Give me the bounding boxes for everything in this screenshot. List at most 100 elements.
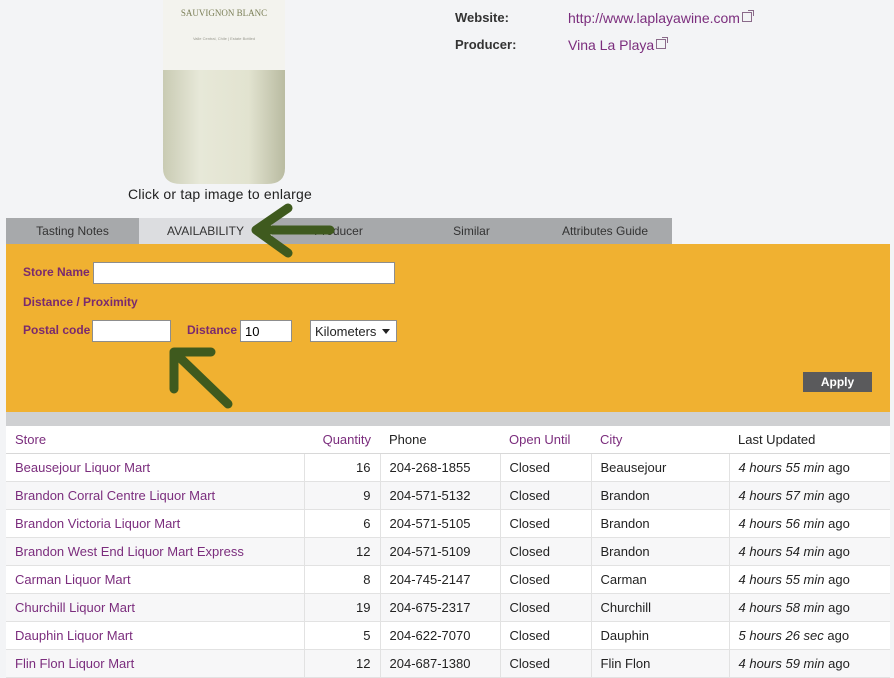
image-caption: Click or tap image to enlarge xyxy=(128,186,312,202)
tab-tasting-notes[interactable]: Tasting Notes xyxy=(6,218,139,244)
store-link[interactable]: Brandon West End Liquor Mart Express xyxy=(15,544,244,559)
column-header-quantity[interactable]: Quantity xyxy=(304,426,380,454)
store-link[interactable]: Churchill Liquor Mart xyxy=(15,600,135,615)
table-row: Dauphin Liquor Mart 5 204-622-7070 Closed Da… xyxy=(6,621,890,650)
cell-quantity: 6 xyxy=(304,509,381,538)
cell-store[interactable]: Churchill Liquor Mart xyxy=(6,593,305,622)
availability-filter-panel: Store Name Distance / Proximity Postal c… xyxy=(6,244,890,412)
distance-unit-select[interactable]: Kilometers xyxy=(310,320,397,342)
column-header-phone: Phone xyxy=(380,426,500,454)
table-header-row: Store Quantity Phone Open Until City Las… xyxy=(6,426,890,454)
last-updated-time: 4 hours 57 min xyxy=(738,488,825,503)
last-updated-time: 4 hours 56 min xyxy=(738,516,825,531)
store-link[interactable]: Brandon Corral Centre Liquor Mart xyxy=(15,488,215,503)
store-name-input[interactable] xyxy=(93,262,395,284)
external-link-icon xyxy=(656,37,669,49)
cell-store[interactable]: Carman Liquor Mart xyxy=(6,565,305,594)
table-row: Brandon Victoria Liquor Mart 6 204-571-510… xyxy=(6,509,890,538)
tab-similar[interactable]: Similar xyxy=(405,218,538,244)
website-link-text: http://www.laplayawine.com xyxy=(568,10,740,26)
producer-link[interactable]: Vina La Playa xyxy=(568,37,669,53)
cell-open-until: Closed xyxy=(500,453,592,482)
last-updated-time: 4 hours 55 min xyxy=(738,460,825,475)
cell-quantity: 12 xyxy=(304,537,381,566)
cell-phone: 204-687-1380 xyxy=(380,649,501,678)
chevron-down-icon xyxy=(382,328,390,334)
producer-link-text: Vina La Playa xyxy=(568,37,655,53)
table-row: Beausejour Liquor Mart 16 204-268-1855 Clos… xyxy=(6,453,890,482)
cell-store[interactable]: Brandon Victoria Liquor Mart xyxy=(6,509,305,538)
cell-quantity: 9 xyxy=(304,481,381,510)
cell-last-updated: 4 hours 54 min ago xyxy=(729,537,890,566)
cell-last-updated: 5 hours 26 sec ago xyxy=(729,621,890,650)
website-label: Website: xyxy=(455,10,509,25)
apply-button[interactable]: Apply xyxy=(803,372,872,392)
last-updated-suffix: ago xyxy=(828,488,850,503)
last-updated-suffix: ago xyxy=(828,460,850,475)
table-row: Flin Flon Liquor Mart 12 204-687-1380 Close… xyxy=(6,649,890,678)
cell-open-until: Closed xyxy=(500,481,592,510)
postal-code-input[interactable] xyxy=(92,320,171,342)
table-row: Brandon West End Liquor Mart Express 12 20… xyxy=(6,537,890,566)
cell-city: Dauphin xyxy=(591,621,730,650)
cell-last-updated: 4 hours 55 min ago xyxy=(729,453,890,482)
cell-quantity: 16 xyxy=(304,453,381,482)
cell-store[interactable]: Flin Flon Liquor Mart xyxy=(6,649,305,678)
cell-store[interactable]: Brandon Corral Centre Liquor Mart xyxy=(6,481,305,510)
cell-open-until: Closed xyxy=(500,649,592,678)
panel-divider xyxy=(6,412,890,426)
annotation-arrow-right xyxy=(251,203,335,258)
cell-store[interactable]: Dauphin Liquor Mart xyxy=(6,621,305,650)
annotation-arrow-left xyxy=(169,347,233,409)
cell-phone: 204-571-5132 xyxy=(380,481,501,510)
cell-phone: 204-571-5109 xyxy=(380,537,501,566)
column-header-store[interactable]: Store xyxy=(6,426,304,454)
store-link[interactable]: Beausejour Liquor Mart xyxy=(15,460,150,475)
last-updated-suffix: ago xyxy=(828,656,850,671)
cell-store[interactable]: Brandon West End Liquor Mart Express xyxy=(6,537,305,566)
product-bottle-image[interactable]: SAUVIGNON BLANC Valle Central, Chile | E… xyxy=(163,0,285,184)
cell-city: Brandon xyxy=(591,481,730,510)
distance-input[interactable] xyxy=(240,320,292,342)
tab-attributes-guide[interactable]: Attributes Guide xyxy=(538,218,672,244)
last-updated-time: 4 hours 54 min xyxy=(738,544,825,559)
website-link[interactable]: http://www.laplayawine.com xyxy=(568,10,754,26)
cell-quantity: 5 xyxy=(304,621,381,650)
store-link[interactable]: Flin Flon Liquor Mart xyxy=(15,656,134,671)
cell-city: Carman xyxy=(591,565,730,594)
cell-open-until: Closed xyxy=(500,509,592,538)
cell-city: Brandon xyxy=(591,509,730,538)
bottle-sublabel-text: Valle Central, Chile | Estate Bottled xyxy=(193,36,255,41)
cell-last-updated: 4 hours 55 min ago xyxy=(729,565,890,594)
cell-store[interactable]: Beausejour Liquor Mart xyxy=(6,453,305,482)
cell-open-until: Closed xyxy=(500,621,592,650)
cell-quantity: 12 xyxy=(304,649,381,678)
cell-last-updated: 4 hours 57 min ago xyxy=(729,481,890,510)
cell-city: Beausejour xyxy=(591,453,730,482)
table-row: Brandon Corral Centre Liquor Mart 9 204-57… xyxy=(6,481,890,510)
last-updated-suffix: ago xyxy=(828,572,850,587)
store-link[interactable]: Carman Liquor Mart xyxy=(15,572,131,587)
last-updated-suffix: ago xyxy=(827,628,850,643)
cell-open-until: Closed xyxy=(500,593,592,622)
last-updated-time: 4 hours 55 min xyxy=(738,572,825,587)
cell-last-updated: 4 hours 59 min ago xyxy=(729,649,890,678)
cell-city: Brandon xyxy=(591,537,730,566)
bottle-label-text: SAUVIGNON BLANC xyxy=(181,8,267,18)
postal-code-label: Postal code xyxy=(23,323,91,337)
last-updated-time: 4 hours 58 min xyxy=(738,600,825,615)
last-updated-suffix: ago xyxy=(828,516,850,531)
cell-open-until: Closed xyxy=(500,537,592,566)
cell-open-until: Closed xyxy=(500,565,592,594)
column-header-city[interactable]: City xyxy=(591,426,729,454)
store-link[interactable]: Brandon Victoria Liquor Mart xyxy=(15,516,180,531)
store-link[interactable]: Dauphin Liquor Mart xyxy=(15,628,133,643)
last-updated-time: 5 hours 26 sec xyxy=(738,628,824,643)
cell-phone: 204-745-2147 xyxy=(380,565,501,594)
last-updated-time: 4 hours 59 min xyxy=(738,656,825,671)
product-tabs: Tasting Notes AVAILABILITY Producer Simi… xyxy=(6,218,672,244)
column-header-open-until[interactable]: Open Until xyxy=(500,426,591,454)
external-link-icon xyxy=(741,10,754,22)
cell-phone: 204-622-7070 xyxy=(380,621,501,650)
cell-phone: 204-675-2317 xyxy=(380,593,501,622)
